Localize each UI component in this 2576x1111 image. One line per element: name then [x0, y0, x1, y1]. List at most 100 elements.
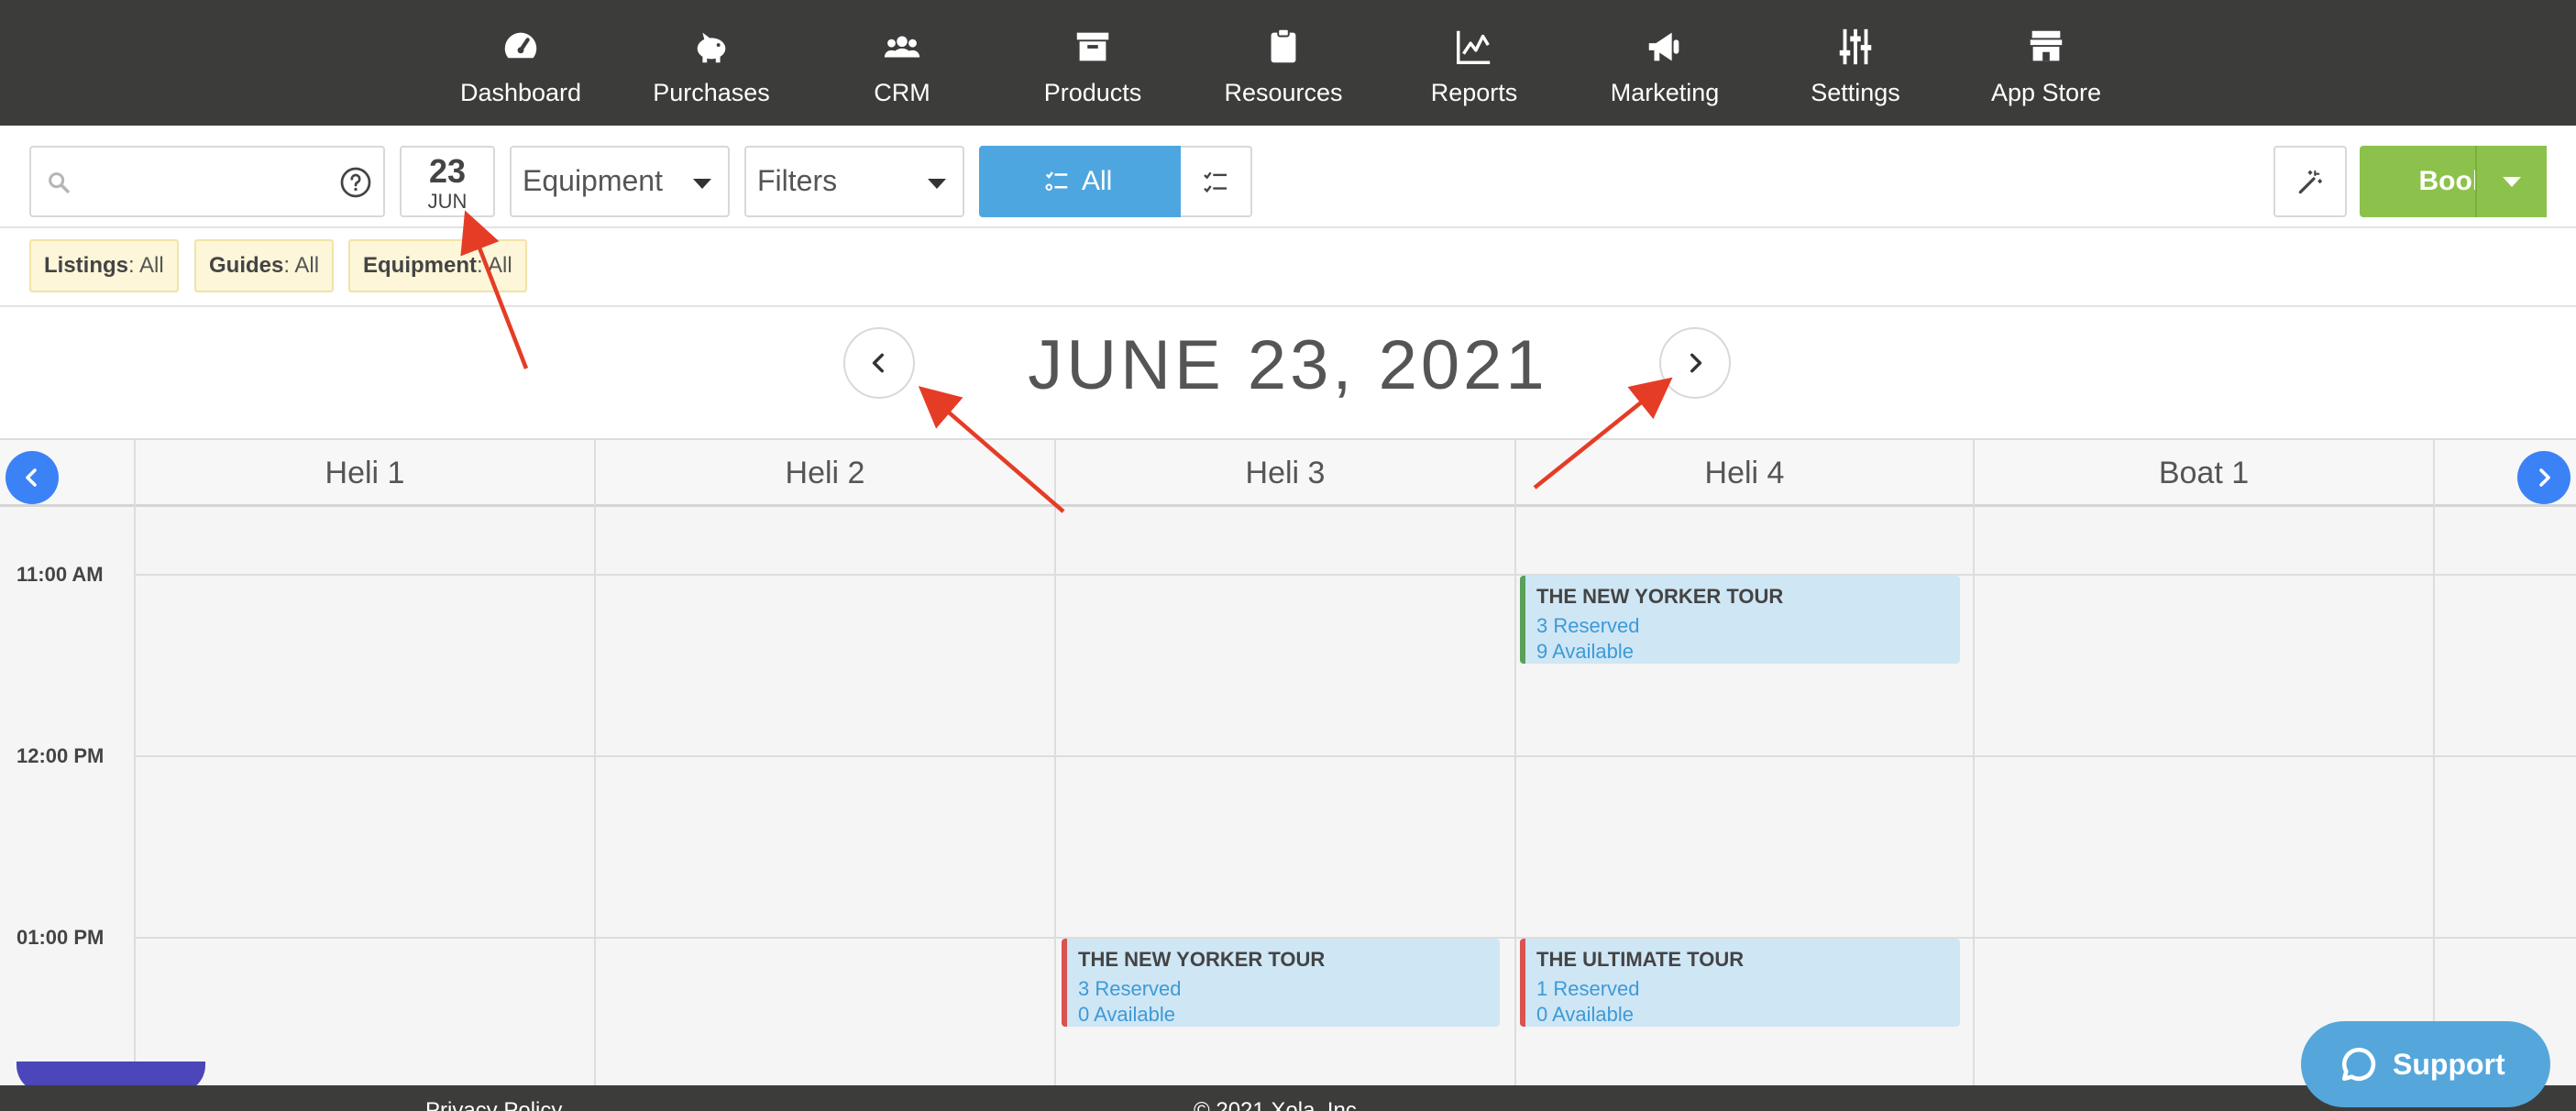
support-button[interactable]: Support — [2301, 1021, 2550, 1107]
store-icon — [2030, 30, 2063, 61]
filter-chip-bar: Listings: All Guides: All Equipment: All — [0, 228, 2576, 307]
resource-header: Heli 3 — [1054, 440, 1514, 507]
nav-settings[interactable]: Settings — [1768, 20, 1943, 112]
column-divider — [1973, 507, 1975, 1085]
nav-label: Marketing — [1610, 79, 1720, 106]
nav-label: CRM — [874, 79, 930, 106]
chip-value: : All — [477, 253, 512, 278]
event-accent-bar — [1520, 939, 1525, 1027]
chip-name: Equipment — [363, 253, 477, 278]
nav-dashboard[interactable]: Dashboard — [434, 20, 608, 112]
top-nav: Dashboard Purchases CRM Products Resourc… — [0, 0, 2576, 126]
chevron-right-icon — [1690, 353, 1702, 373]
event-title: THE NEW YORKER TOUR — [1078, 948, 1326, 971]
archive-box-icon — [1076, 32, 1109, 61]
prev-resources-button[interactable] — [6, 451, 59, 504]
caret-down-icon — [2503, 177, 2521, 187]
view-all-label: All — [1082, 166, 1113, 196]
time-label: 11:00 AM — [17, 563, 104, 586]
chat-bubble-icon — [2341, 1047, 2376, 1082]
event-available: 0 Available — [1078, 1003, 1176, 1026]
app-root: Dashboard Purchases CRM Products Resourc… — [0, 0, 2576, 1111]
date-day: 23 — [428, 152, 467, 190]
date-header: JUNE 23, 2021 — [0, 307, 2576, 438]
date-month: JUN — [427, 190, 468, 213]
caret-down-icon — [928, 179, 946, 189]
nav-label: Dashboard — [459, 79, 582, 106]
nav-resources[interactable]: Resources — [1196, 20, 1371, 112]
resource-header: Heli 1 — [134, 440, 594, 507]
event-reserved: 3 Reserved — [1536, 614, 1640, 637]
nav-purchases[interactable]: Purchases — [624, 20, 798, 112]
column-divider — [134, 507, 136, 1085]
time-label: 12:00 PM — [17, 744, 105, 767]
event-accent-bar — [1520, 576, 1525, 664]
support-label: Support — [2393, 1048, 2505, 1081]
hour-line — [134, 574, 2576, 576]
piggy-bank-icon — [697, 32, 726, 63]
time-label: 01:00 PM — [17, 926, 105, 949]
search-input[interactable] — [79, 157, 326, 206]
nav-label: App Store — [1990, 79, 2102, 106]
chip-guides[interactable]: Guides: All — [194, 239, 335, 292]
chip-name: Listings — [44, 253, 129, 278]
chevron-left-icon — [26, 468, 37, 487]
chip-value: : All — [128, 253, 164, 278]
resource-header: Heli 4 — [1514, 440, 1973, 507]
book-options-button[interactable] — [2475, 146, 2547, 217]
chevron-left-icon — [872, 353, 884, 373]
equipment-select-label: Equipment — [523, 164, 663, 197]
nav-label: Reports — [1430, 79, 1518, 106]
users-icon — [884, 36, 920, 58]
equipment-select[interactable]: Equipment — [510, 146, 730, 217]
nav-label: Resources — [1224, 79, 1343, 106]
view-all-button[interactable]: All — [979, 146, 1181, 217]
nav-label: Settings — [1811, 79, 1900, 106]
clipboard-icon — [1271, 28, 1296, 63]
line-chart-icon — [1457, 30, 1491, 64]
date-picker[interactable]: 23 JUN — [400, 146, 495, 217]
magic-wand-button[interactable] — [2273, 146, 2347, 217]
event-accent-bar — [1062, 939, 1067, 1027]
column-divider — [1514, 507, 1516, 1085]
event-available: 9 Available — [1536, 640, 1635, 663]
nav-label: Products — [1043, 79, 1142, 106]
booking-event[interactable]: THE NEW YORKER TOUR 3 Reserved 9 Availab… — [1520, 576, 1960, 664]
megaphone-icon — [1648, 32, 1679, 61]
magic-wand-icon — [2298, 170, 2323, 194]
column-divider — [1054, 507, 1056, 1085]
booking-event[interactable]: THE NEW YORKER TOUR 3 Reserved 0 Availab… — [1062, 939, 1500, 1027]
nav-products[interactable]: Products — [1006, 20, 1180, 112]
next-day-button[interactable] — [1659, 327, 1731, 399]
chip-equipment[interactable]: Equipment: All — [348, 239, 527, 292]
sliders-icon — [1839, 28, 1872, 65]
filters-select[interactable]: Filters — [744, 146, 964, 217]
view-checklist-button[interactable] — [1181, 146, 1252, 217]
resource-header-row: Heli 1 Heli 2 Heli 3 Heli 4 Boat 1 — [0, 438, 2576, 507]
toolbar: 23 JUN Equipment Filters All Book — [0, 126, 2576, 228]
search-icon — [49, 172, 70, 193]
help-icon[interactable] — [339, 166, 372, 199]
nav-app-store[interactable]: App Store — [1959, 20, 2133, 112]
column-divider — [594, 507, 596, 1085]
chip-listings[interactable]: Listings: All — [29, 239, 179, 292]
nav-marketing[interactable]: Marketing — [1578, 20, 1752, 112]
nav-reports[interactable]: Reports — [1387, 20, 1561, 112]
privacy-policy-link[interactable]: Privacy Policy — [425, 1098, 562, 1111]
event-reserved: 3 Reserved — [1078, 977, 1182, 1000]
nav-crm[interactable]: CRM — [815, 20, 989, 112]
event-title: THE NEW YORKER TOUR — [1536, 585, 1784, 608]
prev-day-button[interactable] — [843, 327, 915, 399]
chip-value: : All — [283, 253, 320, 278]
booking-event[interactable]: THE ULTIMATE TOUR 1 Reserved 0 Available — [1520, 939, 1960, 1027]
event-title: THE ULTIMATE TOUR — [1536, 948, 1745, 971]
caret-down-icon — [693, 179, 711, 189]
event-available: 0 Available — [1536, 1003, 1635, 1026]
column-divider — [2433, 507, 2435, 1085]
checklist-icon — [1045, 171, 1068, 192]
search-box[interactable] — [29, 146, 385, 217]
hour-line — [134, 755, 2576, 757]
resource-header: Boat 1 — [1973, 440, 2433, 507]
filters-select-label: Filters — [757, 164, 838, 197]
next-resources-button[interactable] — [2517, 451, 2570, 504]
